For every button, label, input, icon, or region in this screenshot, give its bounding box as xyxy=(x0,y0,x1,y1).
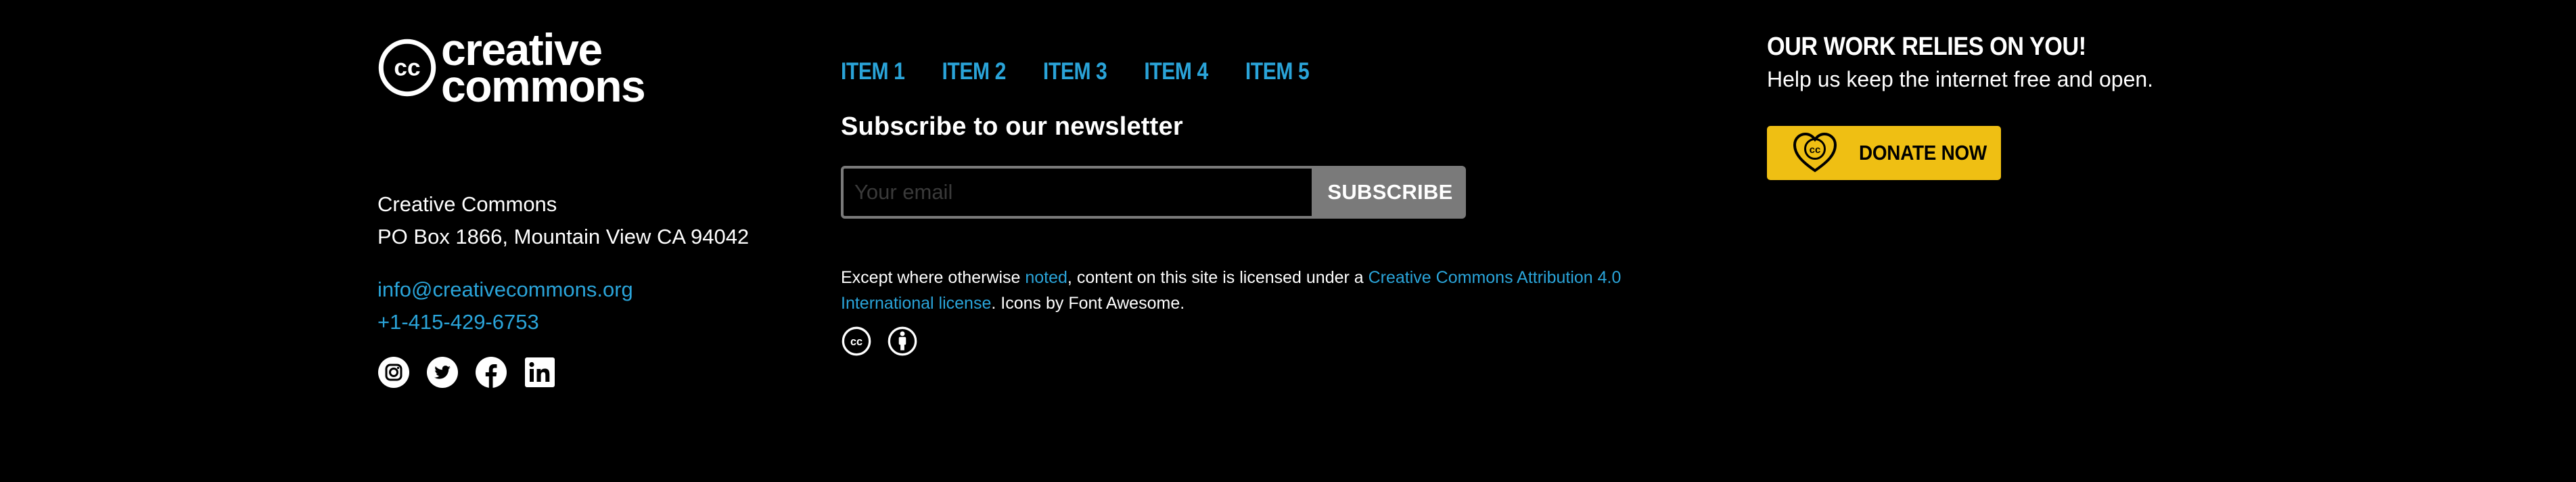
email-input[interactable] xyxy=(841,166,1314,219)
postal-address: Creative Commons PO Box 1866, Mountain V… xyxy=(377,188,810,253)
donate-button[interactable]: cc DONATE NOW xyxy=(1767,126,2001,180)
footer-support-column: OUR WORK RELIES ON YOU! Help us keep the… xyxy=(1767,32,2240,180)
creative-commons-logo[interactable]: cc creative commons xyxy=(377,27,810,111)
instagram-icon[interactable] xyxy=(377,356,410,389)
twitter-icon[interactable] xyxy=(426,356,459,389)
svg-text:cc: cc xyxy=(1810,144,1821,156)
nav-item-4[interactable]: ITEM 4 xyxy=(1144,58,1208,85)
footer-contact-column: cc creative commons Creative Commons PO … xyxy=(377,27,810,388)
email-link[interactable]: info@creativecommons.org xyxy=(377,273,810,306)
subscribe-button[interactable]: SUBSCRIBE xyxy=(1314,166,1466,219)
nav-item-2[interactable]: ITEM 2 xyxy=(942,58,1006,85)
license-text-suffix: . Icons by Font Awesome. xyxy=(991,294,1185,313)
license-text-middle: , content on this site is licensed under… xyxy=(1067,268,1368,287)
cc-heart-icon: cc xyxy=(1793,132,1837,173)
svg-text:cc: cc xyxy=(850,336,862,348)
organization-name: Creative Commons xyxy=(377,192,557,216)
logo-wordmark: creative commons xyxy=(441,27,646,111)
nav-item-5[interactable]: ITEM 5 xyxy=(1245,58,1310,85)
newsletter-title: Subscribe to our newsletter xyxy=(841,112,1183,141)
footer-nav: ITEM 1 ITEM 2 ITEM 3 ITEM 4 ITEM 5 xyxy=(841,58,1591,85)
facebook-icon[interactable] xyxy=(475,356,507,389)
cc-icon: cc xyxy=(842,326,871,356)
svg-text:cc: cc xyxy=(394,54,420,81)
street-address: PO Box 1866, Mountain View CA 94042 xyxy=(377,225,750,248)
noted-link[interactable]: noted xyxy=(1025,268,1067,287)
linkedin-icon[interactable] xyxy=(524,356,556,389)
license-text-prefix: Except where otherwise xyxy=(841,268,1026,287)
nav-item-1[interactable]: ITEM 1 xyxy=(841,58,905,85)
donate-label: DONATE NOW xyxy=(1859,141,1987,165)
attribution-icon xyxy=(888,326,917,356)
social-links xyxy=(377,356,556,389)
footer-main-column: ITEM 1 ITEM 2 ITEM 3 ITEM 4 ITEM 5 Subsc… xyxy=(841,58,1714,357)
cc-logo-icon: cc xyxy=(378,39,436,97)
nav-item-3[interactable]: ITEM 3 xyxy=(1043,58,1107,85)
logo-wordmark-line2: commons xyxy=(441,61,646,111)
newsletter-form: SUBSCRIBE xyxy=(841,166,1466,219)
phone-link[interactable]: +1-415-429-6753 xyxy=(377,306,810,338)
support-subtitle: Help us keep the internet free and open. xyxy=(1767,67,2154,91)
license-icons: cc xyxy=(841,326,1714,357)
license-notice: Except where otherwise noted, content on… xyxy=(841,265,1714,316)
contact-links: info@creativecommons.org +1-415-429-6753 xyxy=(377,273,810,338)
support-title: OUR WORK RELIES ON YOU! xyxy=(1767,32,2086,61)
